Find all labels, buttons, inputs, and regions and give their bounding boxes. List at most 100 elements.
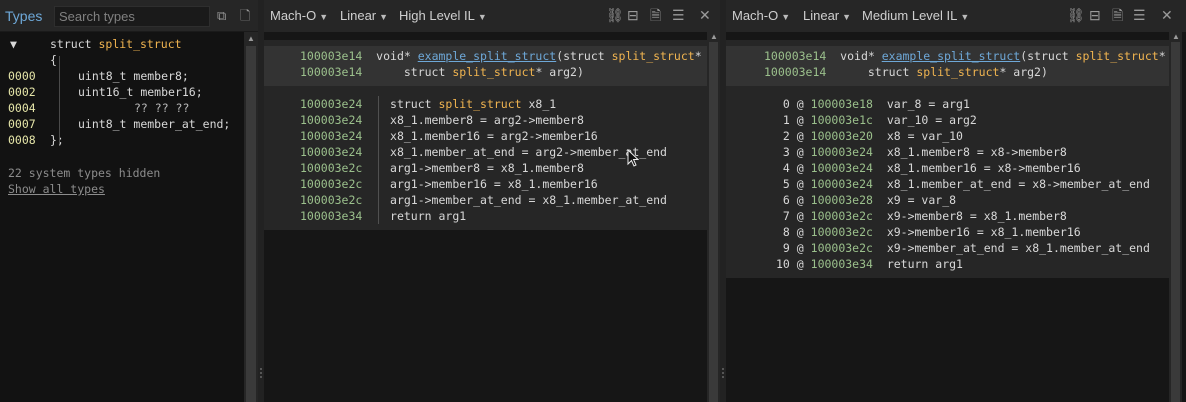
code-text: x8_1	[521, 97, 557, 111]
address: 100003e24	[300, 113, 363, 127]
show-all-types-link[interactable]: Show all types	[8, 181, 105, 197]
code-text: var_10 = arg2	[886, 113, 977, 127]
param-prefix: struct	[840, 65, 917, 79]
hlil-pane-header: Mach-O ▼ Linear ▼ High Level IL ▼ ⛓ ⊟ 🗎 ☰ ✕	[264, 0, 720, 32]
signature-line[interactable]: 100003e14 void* example_split_struct(str…	[300, 48, 702, 64]
link-icon[interactable]: ⛓	[606, 7, 624, 24]
struct-keyword: struct	[50, 37, 99, 51]
copy-icon[interactable]: ⧉	[217, 8, 226, 24]
code-line[interactable]: 100003e24 x8_1.member16 = arg2->member16	[300, 128, 598, 144]
address: 100003e24	[810, 145, 873, 159]
types-panel: Types ⧉ 🗋 ▼ struct split_struct { 0000 u…	[0, 0, 258, 402]
instr-index: 2	[776, 129, 790, 143]
param-type[interactable]: split_struct	[612, 49, 695, 63]
code-line[interactable]: 4 @ 100003e24 x8_1.member16 = x8->member…	[776, 160, 1081, 176]
mlil-scrollbar[interactable]: ▲	[1169, 32, 1182, 402]
code-line[interactable]: 100003e34 return arg1	[300, 208, 466, 224]
chevron-down-icon: ▼	[477, 12, 487, 22]
code-line[interactable]: 7 @ 100003e2c x9->member8 = x8_1.member8	[776, 208, 1067, 224]
scrollbar-thumb[interactable]	[246, 46, 256, 402]
types-scrollbar[interactable]: ▲	[244, 32, 258, 402]
collapse-toggle-icon[interactable]: ▼	[10, 36, 17, 52]
address: 100003e14	[764, 65, 827, 79]
struct-name: split_struct	[98, 37, 182, 51]
code-line[interactable]: 2 @ 100003e20 x8 = var_10	[776, 128, 963, 144]
hlil-scrollbar[interactable]: ▲	[707, 32, 720, 402]
code-line[interactable]: 100003e24 x8_1.member8 = arg2->member8	[300, 112, 584, 128]
address: 100003e24	[300, 145, 363, 159]
scroll-up-icon[interactable]: ▲	[1172, 32, 1180, 41]
code-line[interactable]: 5 @ 100003e24 x8_1.member_at_end = x8->m…	[776, 176, 1150, 192]
menu-icon[interactable]: ☰	[1133, 7, 1146, 24]
member-row[interactable]: uint8_t member8;	[78, 68, 189, 84]
code-line[interactable]: 100003e24 struct split_struct x8_1	[300, 96, 556, 112]
instr-index: 10	[776, 257, 790, 271]
splitter-grip	[260, 372, 262, 374]
code-line[interactable]: 1 @ 100003e1c var_10 = arg2	[776, 112, 977, 128]
binary-file-icon[interactable]: 🗎	[650, 7, 661, 24]
struct-header[interactable]: struct split_struct	[50, 36, 182, 52]
scroll-up-icon[interactable]: ▲	[710, 32, 718, 41]
signature-line[interactable]: 100003e14 struct split_struct* arg2)	[300, 64, 584, 80]
scrollbar-thumb[interactable]	[709, 42, 718, 402]
code-line[interactable]: 6 @ 100003e28 x9 = var_8	[776, 192, 956, 208]
view-type-dropdown[interactable]: Mach-O ▼	[732, 8, 790, 23]
code-line[interactable]: 9 @ 100003e2c x9->member_at_end = x8_1.m…	[776, 240, 1150, 256]
scroll-up-icon[interactable]: ▲	[247, 34, 255, 43]
function-name[interactable]: example_split_struct	[418, 49, 556, 63]
signature-line[interactable]: 100003e14 void* example_split_struct(str…	[764, 48, 1166, 64]
address: 100003e1c	[810, 113, 873, 127]
split-view-icon[interactable]: ⊟	[627, 7, 639, 24]
code-line[interactable]: 10 @ 100003e34 return arg1	[776, 256, 963, 272]
member-type: uint8_t	[78, 117, 127, 131]
member-offset: 0007	[8, 117, 36, 131]
member-row[interactable]: uint16_t member16;	[78, 84, 203, 100]
layout-dropdown[interactable]: Linear ▼	[803, 8, 851, 23]
instr-index: 3	[776, 145, 790, 159]
close-icon[interactable]: ✕	[699, 7, 711, 24]
code-line[interactable]: 100003e24 x8_1.member_at_end = arg2->mem…	[300, 144, 667, 160]
scrollbar-thumb[interactable]	[1171, 42, 1180, 402]
signature-line[interactable]: 100003e14 struct split_struct* arg2)	[764, 64, 1048, 80]
address: 100003e24	[300, 97, 363, 111]
code-text: x8_1.member_at_end = x8->member_at_end	[886, 177, 1150, 191]
il-level-dropdown[interactable]: Medium Level IL ▼	[862, 8, 969, 23]
code-line[interactable]: 0 @ 100003e18 var_8 = arg1	[776, 96, 970, 112]
split-view-icon[interactable]: ⊟	[1089, 7, 1101, 24]
binary-file-icon[interactable]: 🗎	[1112, 7, 1123, 24]
code-line[interactable]: 100003e2c arg1->member16 = x8_1.member16	[300, 176, 598, 192]
code-line[interactable]: 8 @ 100003e2c x9->member16 = x8_1.member…	[776, 224, 1081, 240]
close-icon[interactable]: ✕	[1161, 7, 1173, 24]
il-level-label: High Level IL	[399, 8, 475, 23]
menu-icon[interactable]: ☰	[672, 7, 685, 24]
types-search-input[interactable]	[54, 6, 210, 27]
instr-index: 5	[776, 177, 790, 191]
code-line[interactable]: 100003e2c arg1->member_at_end = x8_1.mem…	[300, 192, 667, 208]
il-level-dropdown[interactable]: High Level IL ▼	[399, 8, 487, 23]
code-text: struct	[390, 97, 439, 111]
code-line[interactable]: 100003e2c arg1->member8 = x8_1.member8	[300, 160, 584, 176]
return-type: void*	[840, 49, 882, 63]
member-row[interactable]: uint8_t member_at_end;	[78, 116, 230, 132]
address: 100003e34	[300, 209, 363, 223]
address: 100003e20	[810, 129, 873, 143]
close-brace: };	[50, 133, 64, 147]
address: 100003e14	[300, 65, 363, 79]
address: 100003e2c	[300, 177, 363, 191]
member-offset: 0008	[8, 133, 36, 147]
view-type-dropdown[interactable]: Mach-O ▼	[270, 8, 328, 23]
splitter-grip	[260, 376, 262, 378]
layout-label: Linear	[803, 8, 840, 23]
link-icon[interactable]: ⛓	[1067, 7, 1085, 24]
type-name[interactable]: split_struct	[438, 97, 521, 111]
param-suffix: * arg2)	[999, 65, 1048, 79]
chevron-down-icon: ▼	[960, 12, 970, 22]
layout-dropdown[interactable]: Linear ▼	[340, 8, 388, 23]
function-name[interactable]: example_split_struct	[882, 49, 1020, 63]
code-line[interactable]: 3 @ 100003e24 x8_1.member8 = x8->member8	[776, 144, 1067, 160]
param-type[interactable]: split_struct	[916, 65, 999, 79]
hlil-pane: Mach-O ▼ Linear ▼ High Level IL ▼ ⛓ ⊟ 🗎 ☰ ✕…	[264, 0, 720, 402]
new-type-icon[interactable]: 🗋	[240, 8, 250, 24]
param-type[interactable]: split_struct	[452, 65, 535, 79]
param-type[interactable]: split_struct	[1076, 49, 1159, 63]
